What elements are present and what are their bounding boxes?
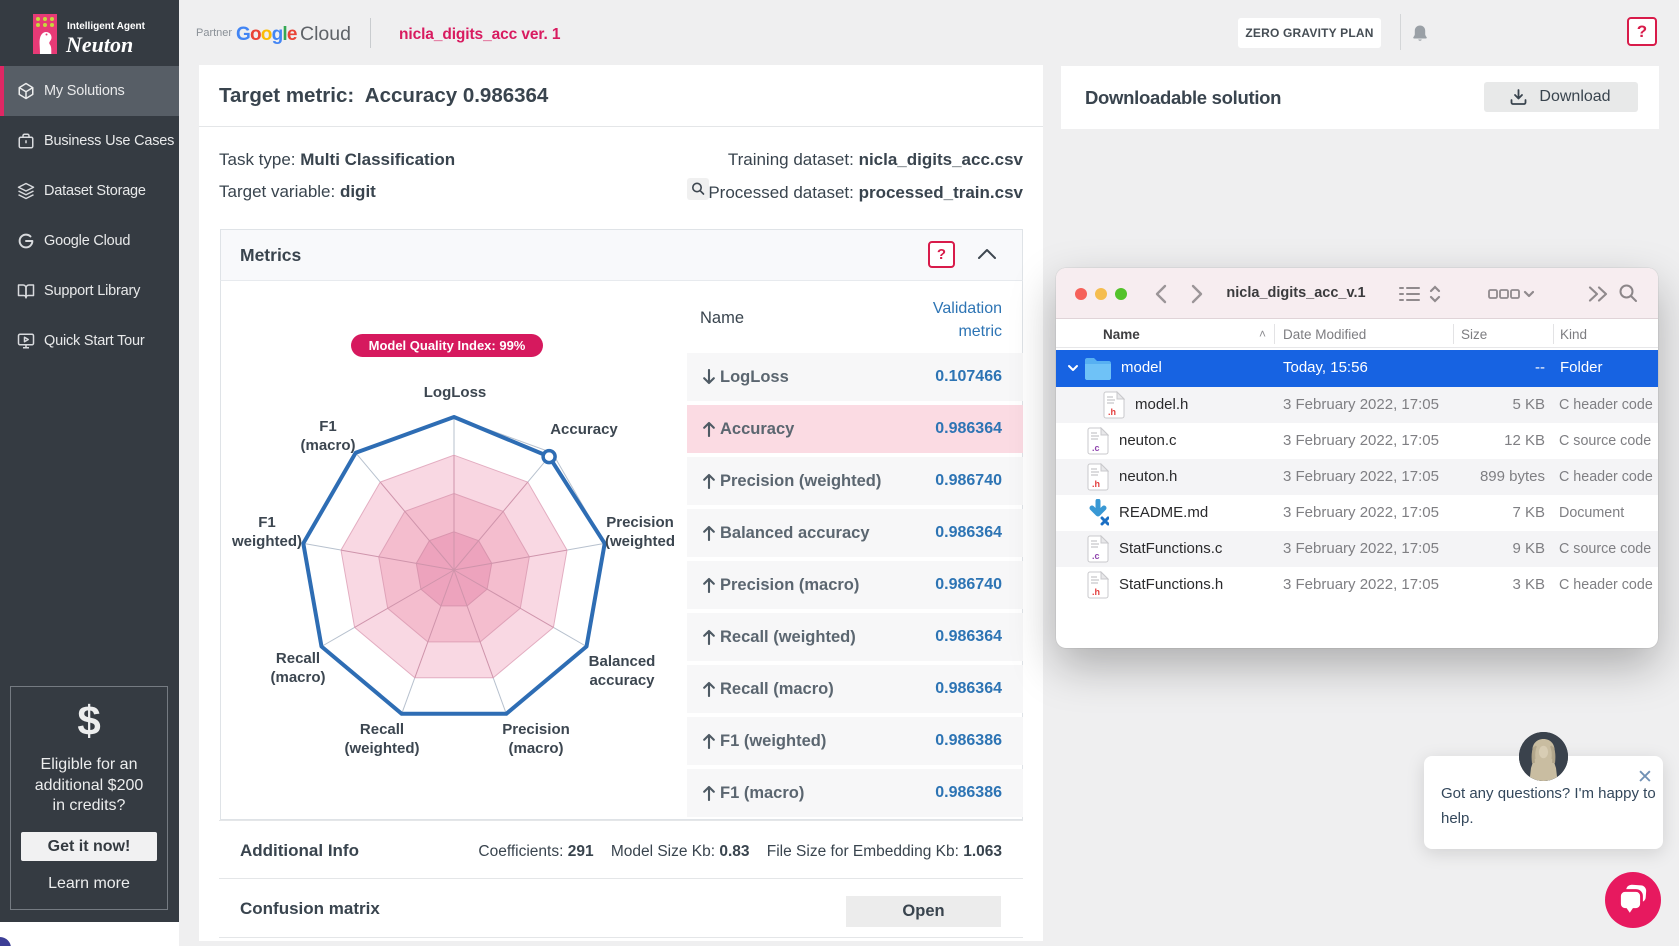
- svg-text:.c: .c: [1092, 443, 1100, 453]
- svg-text:.c: .c: [1092, 551, 1100, 561]
- svg-text:.h: .h: [1092, 587, 1100, 597]
- svg-text:.h: .h: [1108, 407, 1116, 417]
- svg-text:.h: .h: [1092, 479, 1100, 489]
